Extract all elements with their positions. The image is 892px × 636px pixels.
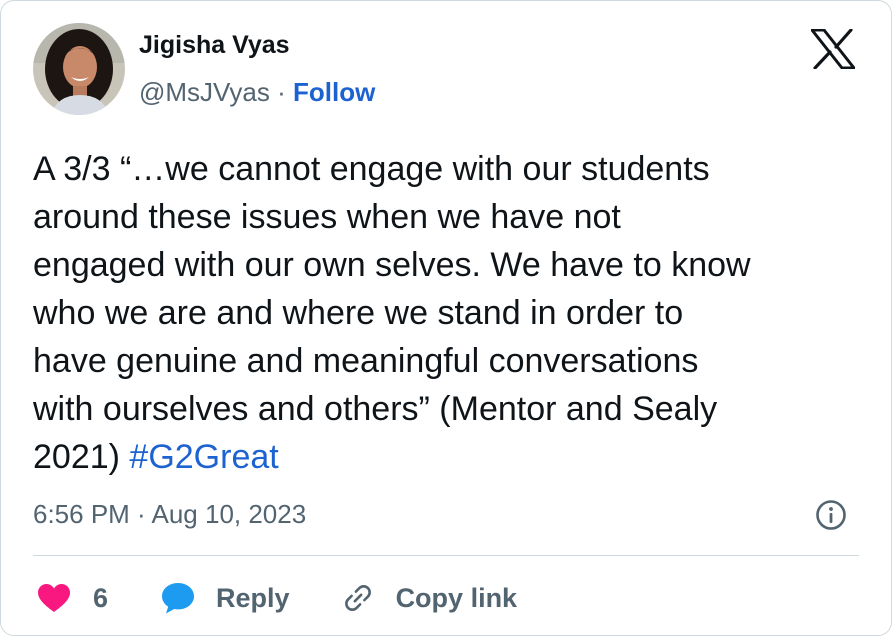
author-handle-line: @MsJVyas · Follow bbox=[139, 77, 375, 108]
tweet-line: engaged with our own selves. We have to … bbox=[33, 246, 751, 284]
heart-icon bbox=[38, 584, 70, 612]
tweet-line: with ourselves and others” (Mentor and S… bbox=[33, 390, 718, 428]
follow-button[interactable]: Follow bbox=[293, 77, 375, 107]
author-handle[interactable]: @MsJVyas bbox=[139, 77, 270, 107]
tweet-line-text: 2021) bbox=[33, 438, 130, 476]
like-count: 6 bbox=[93, 582, 109, 613]
speech-bubble-icon bbox=[162, 583, 195, 614]
avatar[interactable] bbox=[33, 23, 125, 115]
divider bbox=[33, 555, 859, 556]
reply-label: Reply bbox=[216, 582, 290, 613]
like-button[interactable]: 6 bbox=[37, 583, 108, 614]
action-bar: 6 Reply Copy link bbox=[37, 575, 517, 621]
info-icon[interactable] bbox=[815, 499, 847, 531]
x-logo-icon[interactable] bbox=[810, 28, 856, 70]
handle-separator: · bbox=[277, 77, 286, 107]
author-name[interactable]: Jigisha Vyas bbox=[139, 31, 290, 60]
tweet-card: Jigisha Vyas @MsJVyas · Follow A 3/3 “…w… bbox=[0, 0, 892, 636]
tweet-text: A 3/3 “…we cannot engage with our studen… bbox=[33, 145, 873, 481]
tweet-timestamp[interactable]: 6:56 PM · Aug 10, 2023 bbox=[33, 499, 306, 530]
link-icon bbox=[344, 585, 371, 611]
copy-link-label: Copy link bbox=[395, 582, 518, 613]
hashtag-link[interactable]: #G2Great bbox=[129, 438, 278, 476]
tweet-line: around these issues when we have not bbox=[33, 198, 621, 236]
tweet-line: A 3/3 “…we cannot engage with our studen… bbox=[33, 150, 710, 188]
tweet-line: who we are and where we stand in order t… bbox=[33, 294, 684, 332]
tweet-line: have genuine and meaningful conversation… bbox=[33, 342, 699, 380]
tweet-last-line: 2021) #G2Great bbox=[33, 433, 873, 481]
reply-button[interactable]: Reply bbox=[160, 581, 290, 615]
copy-link-button[interactable]: Copy link bbox=[340, 580, 518, 616]
